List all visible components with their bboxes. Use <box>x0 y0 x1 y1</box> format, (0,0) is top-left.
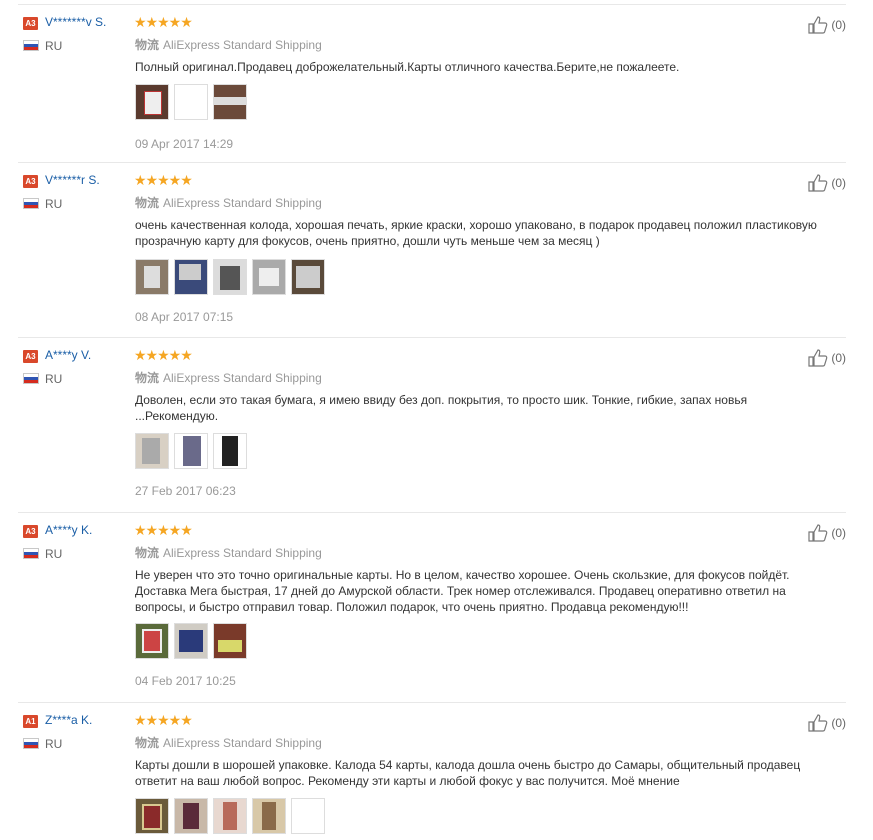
review-item: A3 V******r S. RU ★★★★★ 物流 AliExpress Sta… <box>18 162 846 337</box>
reviewer-country: RU <box>45 737 63 751</box>
reviewer-name[interactable]: A****y K. <box>45 523 92 537</box>
russia-flag-icon <box>23 373 39 384</box>
review-photo[interactable] <box>213 798 247 834</box>
shipping-method: 物流 AliExpress Standard Shipping <box>135 369 322 386</box>
review-item: A3 A****y V. RU ★★★★★ 物流 AliExpress Stand… <box>18 337 846 512</box>
shipping-label: 物流 <box>135 736 160 750</box>
review-text: Не уверен что это точно оригинальные кар… <box>135 568 790 614</box>
review-photo[interactable] <box>135 84 169 120</box>
helpful-count: (0) <box>831 716 846 730</box>
shipping-value: AliExpress Standard Shipping <box>163 196 322 210</box>
helpful-button[interactable]: (0) <box>808 16 846 34</box>
review-photo[interactable] <box>213 84 247 120</box>
review-photos <box>135 259 325 295</box>
review-item: A3 V*******v S. RU ★★★★★ 物流 AliExpress St… <box>18 4 846 162</box>
helpful-count: (0) <box>831 526 846 540</box>
review-photo[interactable] <box>135 623 169 659</box>
review-photos <box>135 433 247 469</box>
reviewer-country: RU <box>45 39 63 53</box>
helpful-button[interactable]: (0) <box>808 714 846 732</box>
rating-stars: ★★★★★ <box>134 522 193 538</box>
buyer-level-badge: A3 <box>23 17 38 30</box>
reviewer-country: RU <box>45 547 63 561</box>
reviewer-country: RU <box>45 372 63 386</box>
review-photo[interactable] <box>213 623 247 659</box>
russia-flag-icon <box>23 40 39 51</box>
buyer-level-badge: A3 <box>23 175 38 188</box>
review-date: 09 Apr 2017 14:29 <box>135 137 234 151</box>
review-item: A3 A****y K. RU ★★★★★ 物流 AliExpress Stand… <box>18 512 846 702</box>
review-photo[interactable] <box>174 433 208 469</box>
buyer-level-badge: A3 <box>23 350 38 363</box>
review-photo[interactable] <box>174 623 208 659</box>
review-photos <box>135 623 247 659</box>
thumbs-up-icon <box>808 349 828 367</box>
helpful-button[interactable]: (0) <box>808 349 846 367</box>
review-photo[interactable] <box>213 259 247 295</box>
review-photo[interactable] <box>252 259 286 295</box>
review-photo[interactable] <box>291 259 325 295</box>
buyer-level-badge: A3 <box>23 525 38 538</box>
review-photo[interactable] <box>135 259 169 295</box>
review-photo[interactable] <box>135 433 169 469</box>
reviewer-country: RU <box>45 197 63 211</box>
russia-flag-icon <box>23 738 39 749</box>
rating-stars: ★★★★★ <box>134 14 193 30</box>
helpful-count: (0) <box>831 176 846 190</box>
rating-stars: ★★★★★ <box>134 172 193 188</box>
thumbs-up-icon <box>808 524 828 542</box>
review-text: Карты дошли в шорошей упаковке. Калода 5… <box>135 758 801 788</box>
shipping-method: 物流 AliExpress Standard Shipping <box>135 194 322 211</box>
shipping-label: 物流 <box>135 196 160 210</box>
review-photo[interactable] <box>213 433 247 469</box>
shipping-value: AliExpress Standard Shipping <box>163 546 322 560</box>
shipping-value: AliExpress Standard Shipping <box>163 371 322 385</box>
review-photo[interactable] <box>291 798 325 834</box>
review-date: 08 Apr 2017 07:15 <box>135 310 234 324</box>
rating-stars: ★★★★★ <box>134 712 193 728</box>
review-date: 27 Feb 2017 06:23 <box>135 484 236 498</box>
reviewer-name[interactable]: V*******v S. <box>45 15 106 29</box>
review-photo[interactable] <box>174 84 208 120</box>
review-list: A3 V*******v S. RU ★★★★★ 物流 AliExpress St… <box>0 4 873 834</box>
shipping-method: 物流 AliExpress Standard Shipping <box>135 544 322 561</box>
review-photos <box>135 84 247 120</box>
reviewer-name[interactable]: Z****a K. <box>45 713 92 727</box>
shipping-method: 物流 AliExpress Standard Shipping <box>135 36 322 53</box>
russia-flag-icon <box>23 548 39 559</box>
shipping-method: 物流 AliExpress Standard Shipping <box>135 734 322 751</box>
review-text: Доволен, если это такая бумага, я имею в… <box>135 393 748 423</box>
review-photo[interactable] <box>252 798 286 834</box>
shipping-value: AliExpress Standard Shipping <box>163 38 322 52</box>
shipping-label: 物流 <box>135 38 160 52</box>
thumbs-up-icon <box>808 174 828 192</box>
review-item: A1 Z****a K. RU ★★★★★ 物流 AliExpress Stand… <box>18 702 846 834</box>
thumbs-up-icon <box>808 16 828 34</box>
helpful-button[interactable]: (0) <box>808 524 846 542</box>
shipping-label: 物流 <box>135 371 160 385</box>
review-photo[interactable] <box>174 259 208 295</box>
helpful-button[interactable]: (0) <box>808 174 846 192</box>
review-text: очень качественная колода, хорошая печат… <box>135 218 817 248</box>
review-photo[interactable] <box>135 798 169 834</box>
review-photo[interactable] <box>174 798 208 834</box>
shipping-value: AliExpress Standard Shipping <box>163 736 322 750</box>
review-photos <box>135 798 325 834</box>
helpful-count: (0) <box>831 351 846 365</box>
helpful-count: (0) <box>831 18 846 32</box>
reviewer-name[interactable]: V******r S. <box>45 173 100 187</box>
shipping-label: 物流 <box>135 546 160 560</box>
review-date: 04 Feb 2017 10:25 <box>135 674 236 688</box>
russia-flag-icon <box>23 198 39 209</box>
buyer-level-badge: A1 <box>23 715 38 728</box>
reviewer-name[interactable]: A****y V. <box>45 348 91 362</box>
thumbs-up-icon <box>808 714 828 732</box>
review-text: Полный оригинал.Продавец доброжелательны… <box>135 60 680 74</box>
rating-stars: ★★★★★ <box>134 347 193 363</box>
